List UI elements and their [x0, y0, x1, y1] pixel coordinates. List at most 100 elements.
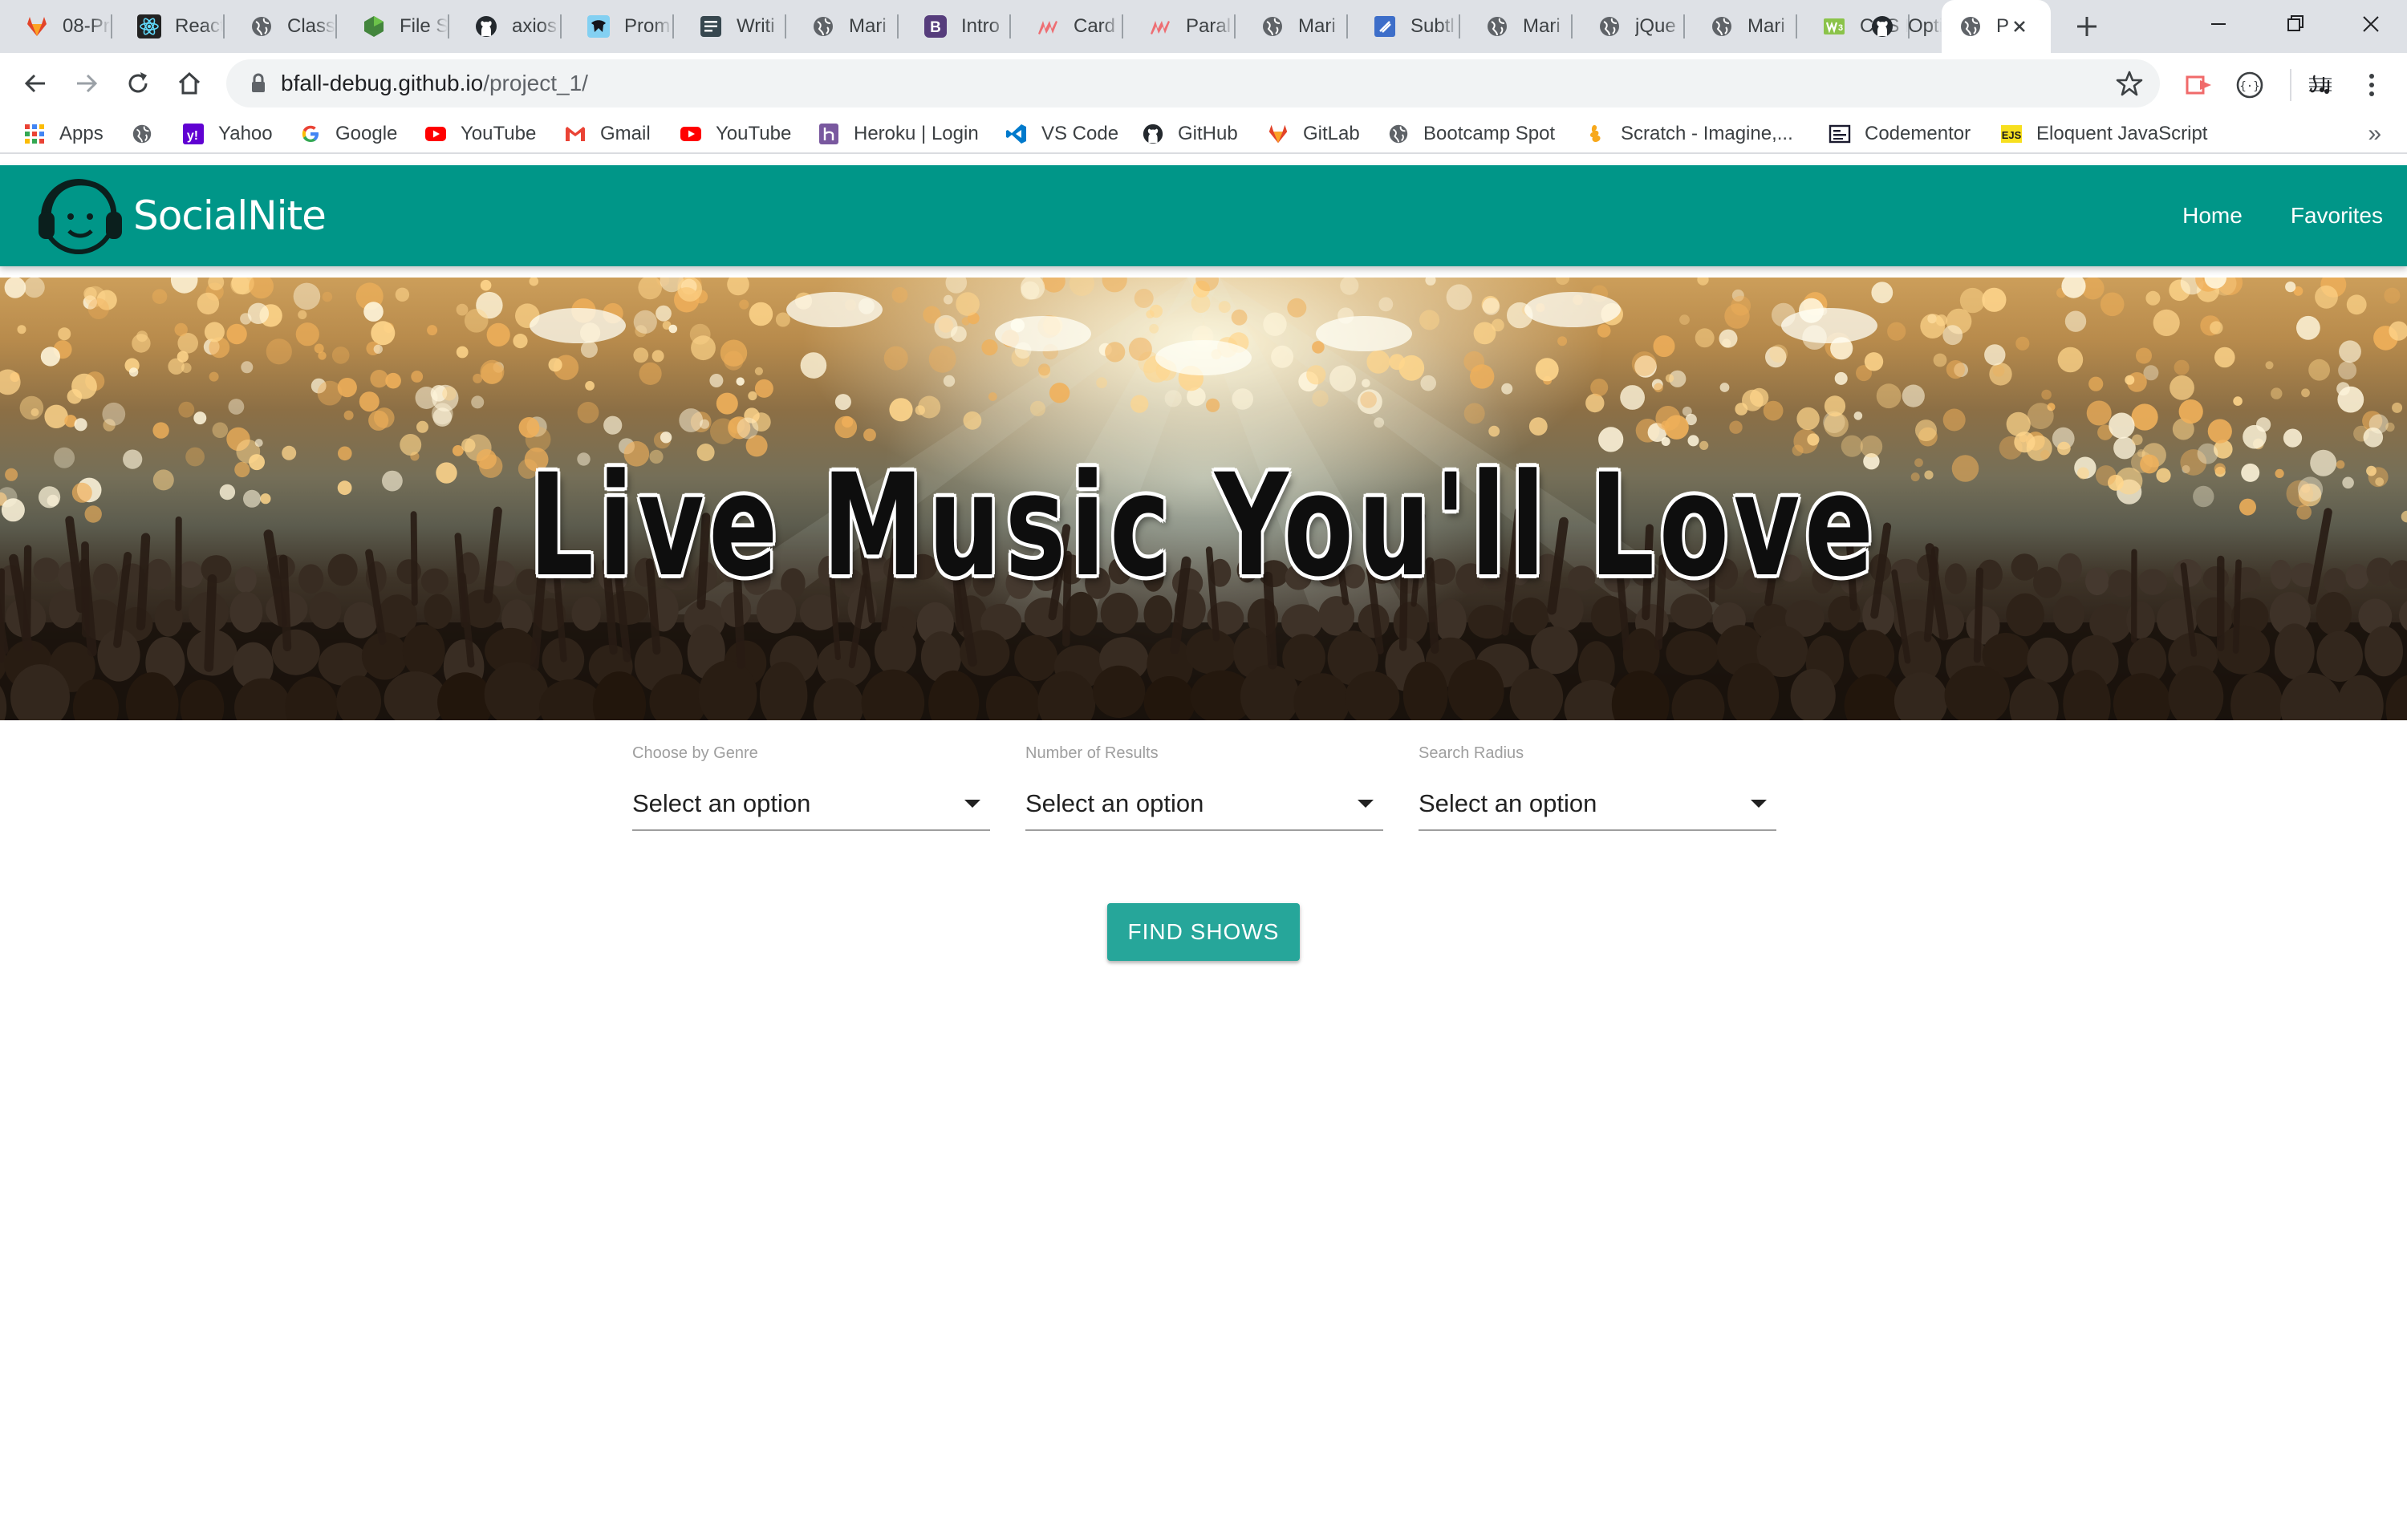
- browser-tab[interactable]: Writi: [674, 0, 786, 53]
- google-icon: [298, 122, 323, 146]
- back-button[interactable]: [14, 63, 56, 104]
- site-nav-links: Home Favorites: [2158, 165, 2407, 266]
- bookmark-gitlab[interactable]: GitLab: [1266, 119, 1360, 149]
- browser-tab[interactable]: axios: [449, 0, 562, 53]
- browser-tab[interactable]: Paral: [1123, 0, 1236, 53]
- vscode-icon: [1005, 122, 1029, 146]
- json-viewer-extension-icon[interactable]: {·}: [2234, 69, 2266, 101]
- browser-tab[interactable]: React: [112, 0, 225, 53]
- reload-button[interactable]: [117, 63, 159, 104]
- globe-icon: [249, 14, 274, 39]
- bookmark-bootcamp-spot[interactable]: Bootcamp Spot: [1386, 119, 1555, 149]
- svg-text:EJS: EJS: [2002, 129, 2022, 141]
- close-tab-icon[interactable]: [2006, 13, 2033, 40]
- svg-text:y!: y!: [187, 129, 198, 143]
- apps-grid-icon: [22, 122, 47, 146]
- bookmark-globe[interactable]: [130, 119, 154, 149]
- browser-tab[interactable]: Mari: [1460, 0, 1573, 53]
- globe-icon: [130, 122, 154, 146]
- yahoo-icon: y!: [181, 122, 205, 146]
- materialize-icon: [1147, 14, 1173, 39]
- address-bar[interactable]: bfall-debug.github.io/project_1/: [226, 59, 2160, 107]
- restore-window-button[interactable]: [2259, 0, 2332, 48]
- svg-text:3: 3: [1838, 23, 1843, 33]
- browser-tab[interactable]: B Intro: [899, 0, 1011, 53]
- ejs-icon: EJS: [1999, 122, 2023, 146]
- nodejs-icon: [361, 14, 387, 39]
- bookmark-codementor[interactable]: Codementor: [1828, 119, 1971, 149]
- bookmarks-overflow-button[interactable]: »: [2368, 120, 2381, 148]
- forward-button[interactable]: [66, 63, 108, 104]
- browser-tab[interactable]: jQue: [1573, 0, 1685, 53]
- globe-icon: [810, 14, 836, 39]
- bookmark-gmail[interactable]: Gmail: [563, 119, 651, 149]
- globe-icon: [1597, 14, 1622, 39]
- bookmark-yahoo[interactable]: y! Yahoo: [181, 119, 273, 149]
- w3c-icon: 3: [1821, 14, 1847, 39]
- minimize-window-button[interactable]: [2182, 0, 2255, 48]
- browser-tab[interactable]: Optic: [1845, 0, 1942, 53]
- browser-tab[interactable]: Class: [225, 0, 337, 53]
- results-count-select-field: Number of Results Select an option: [1025, 744, 1383, 831]
- dropdown-caret-icon: [1751, 800, 1767, 808]
- genre-select-value: Select an option: [632, 789, 811, 817]
- youtube-icon: [424, 122, 448, 146]
- bookmark-vscode[interactable]: VS Code: [1005, 119, 1118, 149]
- search-radius-select-label: Search Radius: [1419, 744, 1524, 762]
- codementor-icon: [1828, 122, 1852, 146]
- github-icon: [1869, 14, 1895, 39]
- browser-tab[interactable]: 08-Pr: [0, 0, 112, 53]
- bookmark-youtube-2[interactable]: YouTube: [679, 119, 791, 149]
- browser-toolbar: bfall-debug.github.io/project_1/ {·}: [0, 53, 2407, 114]
- bookmark-heroku[interactable]: Heroku | Login: [817, 119, 979, 149]
- nav-link-home[interactable]: Home: [2158, 165, 2267, 266]
- bookmark-apps[interactable]: Apps: [22, 119, 104, 149]
- dropdown-caret-icon: [1358, 800, 1374, 808]
- bootstrap-icon: B: [923, 14, 948, 39]
- genre-select[interactable]: Select an option: [632, 780, 990, 831]
- find-shows-button[interactable]: FIND SHOWS: [1107, 903, 1300, 961]
- browser-tab-active[interactable]: P: [1942, 0, 2051, 53]
- results-count-select-label: Number of Results: [1025, 744, 1159, 762]
- results-count-select[interactable]: Select an option: [1025, 780, 1383, 831]
- bookmark-scratch[interactable]: Scratch - Imagine,...: [1584, 119, 1793, 149]
- headphones-logo-icon: [39, 179, 122, 254]
- browser-tab[interactable]: File S: [337, 0, 449, 53]
- browser-tab[interactable]: Mari: [1685, 0, 1797, 53]
- globe-icon: [1709, 14, 1735, 39]
- svg-text:{·}: {·}: [2239, 80, 2259, 93]
- globe-icon: [1386, 122, 1411, 146]
- browser-tab[interactable]: Prom: [562, 0, 674, 53]
- browser-tab[interactable]: Subtl: [1348, 0, 1460, 53]
- more-menu-icon[interactable]: [2356, 69, 2388, 101]
- screencast-extension-icon[interactable]: [2182, 69, 2214, 101]
- toolbar-divider: [2290, 69, 2291, 101]
- genre-select-label: Choose by Genre: [632, 744, 758, 762]
- mdn-icon: [586, 14, 611, 39]
- bookmarks-bar: Apps y! Yahoo Google YouTube Gmail YouTu…: [0, 114, 2407, 154]
- brand-logo-link[interactable]: SocialNite: [26, 172, 327, 260]
- browser-tab[interactable]: Card: [1011, 0, 1123, 53]
- dropdown-caret-icon: [964, 800, 980, 808]
- bookmark-eloquent-javascript[interactable]: EJS Eloquent JavaScript: [1999, 119, 2207, 149]
- bookmark-google[interactable]: Google: [298, 119, 397, 149]
- gmail-icon: [563, 122, 587, 146]
- music-extension-icon[interactable]: [2304, 69, 2336, 101]
- bookmark-youtube[interactable]: YouTube: [424, 119, 536, 149]
- new-tab-button[interactable]: [2068, 8, 2105, 45]
- browser-tab[interactable]: Mari: [1236, 0, 1348, 53]
- svg-text:B: B: [930, 19, 941, 36]
- url-text[interactable]: bfall-debug.github.io/project_1/: [281, 71, 588, 96]
- search-radius-select[interactable]: Select an option: [1419, 780, 1776, 831]
- bookmark-github[interactable]: GitHub: [1141, 119, 1238, 149]
- genre-select-field: Choose by Genre Select an option: [632, 744, 990, 831]
- bookmark-star-icon[interactable]: [2115, 69, 2144, 98]
- browser-tab[interactable]: Mari: [786, 0, 899, 53]
- globe-icon: [1484, 14, 1510, 39]
- github-icon: [1141, 122, 1165, 146]
- home-button[interactable]: [168, 63, 210, 104]
- nav-link-favorites[interactable]: Favorites: [2267, 165, 2407, 266]
- lock-icon[interactable]: [246, 71, 271, 96]
- site-navbar: SocialNite Home Favorites: [0, 165, 2407, 266]
- close-window-button[interactable]: [2335, 0, 2407, 48]
